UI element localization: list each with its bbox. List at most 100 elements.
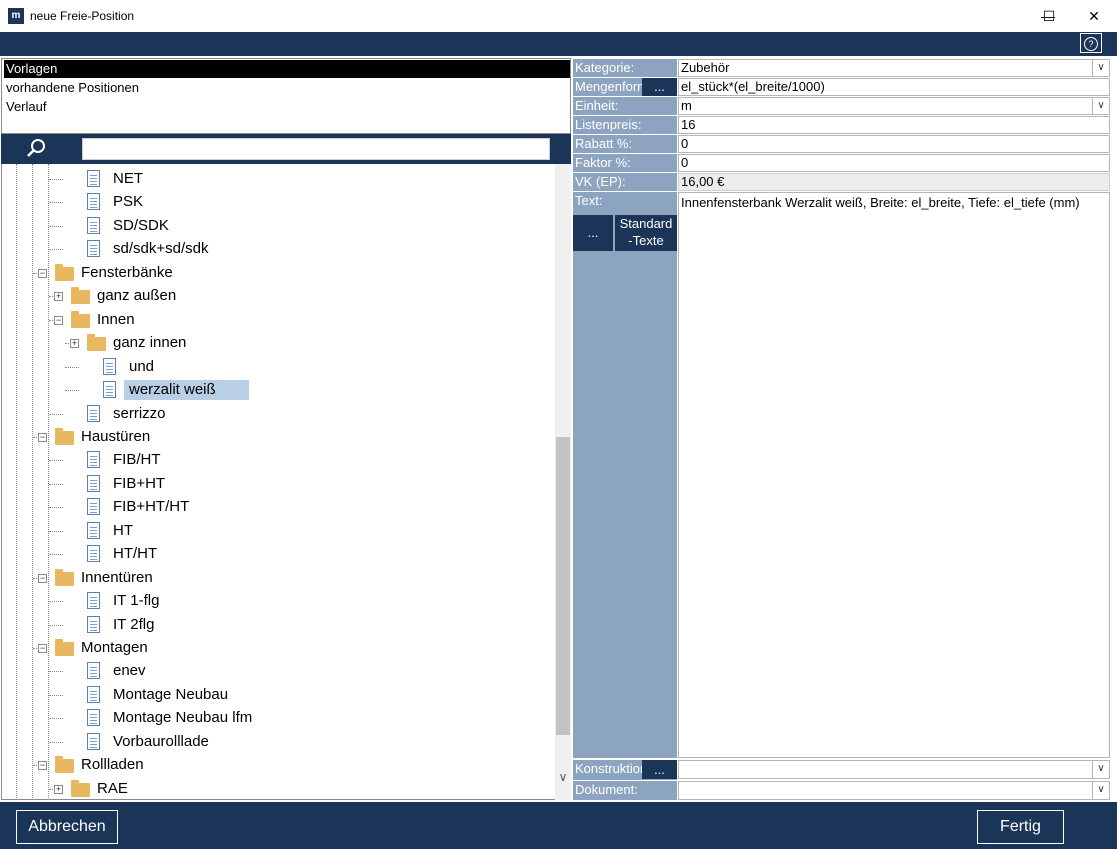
- app-logo: m: [8, 8, 24, 24]
- tree-node-label: enev: [113, 662, 146, 680]
- expand-icon[interactable]: +: [54, 784, 63, 794]
- tree-node-label: IT 2flg: [113, 615, 155, 633]
- folder-icon: [55, 756, 74, 774]
- mengenformel-edit-button[interactable]: ...: [642, 78, 677, 96]
- folder-icon: [87, 334, 106, 352]
- tree-node-label: IT 1-flg: [113, 592, 160, 610]
- tree-node[interactable]: − Innen: [2, 309, 556, 331]
- close-button[interactable]: ✕: [1071, 0, 1117, 32]
- tree-node[interactable]: FIB+HT: [2, 473, 556, 495]
- tree-node-label: ganz innen: [113, 334, 187, 352]
- collapse-icon[interactable]: −: [38, 761, 47, 771]
- tree-node[interactable]: − Montagen: [2, 637, 556, 659]
- tree-node[interactable]: + ganz außen: [2, 285, 556, 307]
- tree-node[interactable]: und: [2, 356, 556, 378]
- tree-node[interactable]: FIB+HT/HT: [2, 496, 556, 518]
- tree-node-label: serrizzo: [113, 404, 166, 422]
- tree-node-label: werzalit weiß: [124, 380, 249, 401]
- einheit-select[interactable]: m ∨: [678, 97, 1110, 115]
- tree-node[interactable]: − Fensterbänke: [2, 262, 556, 284]
- tree-node[interactable]: SD/SDK: [2, 215, 556, 237]
- tree-node[interactable]: FIB/HT: [2, 449, 556, 471]
- text-input[interactable]: Innenfensterbank Werzalit weiß, Breite: …: [678, 192, 1110, 758]
- collapse-icon[interactable]: −: [38, 644, 47, 653]
- expand-icon[interactable]: +: [70, 339, 79, 349]
- text-edit-button[interactable]: ...: [573, 215, 613, 251]
- tree-node[interactable]: + RAE: [2, 778, 556, 799]
- tree-node-label: SD/SDK: [113, 216, 169, 234]
- title-bar: [0, 0, 1117, 32]
- listenpreis-input[interactable]: 16: [678, 116, 1110, 134]
- scrollbar-thumb[interactable]: [556, 437, 570, 735]
- tree-node[interactable]: − Rollladen: [2, 754, 556, 776]
- dokument-select[interactable]: ∨: [678, 781, 1110, 800]
- folder-icon: [71, 779, 90, 797]
- maximize-button[interactable]: ☐: [1026, 0, 1072, 32]
- cancel-button[interactable]: Abbrechen: [16, 810, 118, 844]
- document-icon: [87, 592, 100, 610]
- finish-button[interactable]: Fertig: [977, 810, 1064, 844]
- list-item-vorlagen[interactable]: Vorlagen: [4, 60, 570, 78]
- tree-node[interactable]: HT/HT: [2, 543, 556, 565]
- tree-node[interactable]: IT 1-flg: [2, 590, 556, 612]
- tree-node-label: Innen: [97, 310, 135, 328]
- tree-node[interactable]: NET: [2, 168, 556, 190]
- folder-icon: [55, 568, 74, 586]
- search-input[interactable]: [82, 138, 550, 160]
- tree-node-label: NET: [113, 170, 143, 187]
- document-icon: [87, 545, 100, 563]
- konstruktion-select[interactable]: ∨: [678, 760, 1110, 779]
- document-icon: [87, 521, 100, 539]
- konstruktion-edit-button[interactable]: ...: [642, 760, 677, 779]
- chevron-down-icon[interactable]: ∨: [1092, 761, 1109, 778]
- document-icon: [87, 662, 100, 680]
- tree-node[interactable]: − Innentüren: [2, 567, 556, 589]
- tree-node[interactable]: PSK: [2, 191, 556, 213]
- document-icon: [87, 404, 100, 422]
- kategorie-label: Kategorie:: [573, 59, 677, 77]
- tree-node[interactable]: HT: [2, 520, 556, 542]
- document-icon: [87, 216, 100, 234]
- tree-node[interactable]: Vorbaurolllade: [2, 731, 556, 753]
- collapse-icon[interactable]: −: [38, 268, 47, 278]
- kategorie-value: Zubehör: [681, 60, 730, 75]
- collapse-icon[interactable]: −: [38, 432, 47, 442]
- search-icon[interactable]: [25, 138, 47, 160]
- mengenformel-input[interactable]: el_stück*(el_breite/1000): [678, 78, 1110, 96]
- tree-node[interactable]: + ganz innen: [2, 332, 556, 354]
- tree-node[interactable]: − Haustüren: [2, 426, 556, 448]
- collapse-icon[interactable]: −: [54, 315, 63, 325]
- document-icon: [103, 381, 116, 399]
- document-icon: [87, 615, 100, 633]
- collapse-icon[interactable]: −: [38, 573, 47, 583]
- chevron-down-icon[interactable]: ∨: [1092, 60, 1109, 76]
- list-item-verlauf[interactable]: Verlauf: [4, 98, 570, 116]
- tree-node[interactable]: enev: [2, 660, 556, 682]
- tree-node-label: Montage Neubau lfm: [113, 709, 253, 727]
- tree-node-label: und: [129, 357, 155, 375]
- kategorie-select[interactable]: Zubehör ∨: [678, 59, 1110, 77]
- chevron-down-icon[interactable]: ∨: [1092, 98, 1109, 114]
- list-item-vorhandene-positionen[interactable]: vorhandene Positionen: [4, 79, 570, 97]
- faktor-label: Faktor %:: [573, 154, 677, 172]
- tree-node[interactable]: Montage Neubau: [2, 684, 556, 706]
- expand-icon[interactable]: +: [54, 292, 63, 302]
- tree-node[interactable]: IT 2flg: [2, 614, 556, 636]
- faktor-input[interactable]: 0: [678, 154, 1110, 172]
- window-title: neue Freie-Position: [30, 9, 135, 23]
- tree-node[interactable]: werzalit weiß: [2, 379, 556, 401]
- tree-node[interactable]: sd/sdk+sd/sdk: [2, 238, 556, 260]
- help-button[interactable]: ?: [1080, 33, 1102, 53]
- einheit-label: Einheit:: [573, 97, 677, 115]
- document-icon: [87, 474, 100, 492]
- folder-icon: [55, 639, 74, 656]
- document-icon: [87, 498, 100, 516]
- tree-node[interactable]: serrizzo: [2, 403, 556, 425]
- rabatt-input[interactable]: 0: [678, 135, 1110, 153]
- chevron-down-icon[interactable]: ∨: [1092, 782, 1109, 799]
- scroll-down-button[interactable]: ∨: [555, 768, 571, 786]
- tree-node[interactable]: Montage Neubau lfm: [2, 707, 556, 729]
- tree-node-label: Haustüren: [81, 427, 151, 445]
- standard-texte-button[interactable]: Standard -Texte: [615, 215, 677, 251]
- folder-icon: [55, 263, 74, 281]
